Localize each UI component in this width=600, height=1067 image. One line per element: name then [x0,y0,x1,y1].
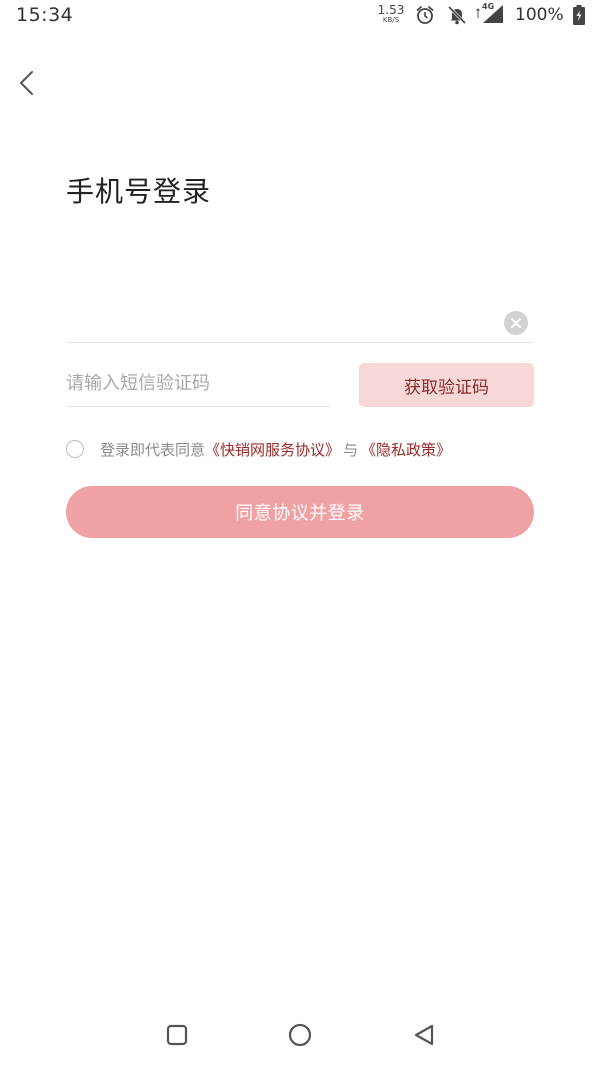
battery-level: 100% [515,5,564,25]
notifications-off-icon [446,4,468,30]
network-type: 4G [482,2,495,11]
sms-code-input[interactable] [66,364,330,402]
home-button[interactable] [283,1020,317,1050]
agreement-checkbox[interactable] [66,440,84,458]
nav-back-button[interactable] [407,1020,441,1050]
recent-apps-icon [166,1024,188,1046]
network-speed-unit: KB/S [382,16,400,24]
page-title: 手机号登录 [66,175,212,208]
back-button[interactable] [10,66,44,100]
clear-icon [511,318,521,328]
terms-link[interactable]: 《快销网服务协议》 [205,439,340,460]
back-icon [414,1024,434,1046]
phone-input[interactable] [66,300,486,340]
get-code-button[interactable]: 获取验证码 [359,363,534,407]
sms-code-field [66,364,330,407]
network-speed: 1.53 KB/S [376,4,406,24]
privacy-link[interactable]: 《隐私政策》 [361,439,451,460]
network-speed-value: 1.53 [377,3,405,17]
agreement-row: 登录即代表同意 《快销网服务协议》 与 《隐私政策》 [66,436,451,462]
signal-icon: 4G [474,2,504,29]
agreement-prefix: 登录即代表同意 [100,440,206,459]
battery-charging-icon [573,5,585,29]
agree-login-button[interactable]: 同意协议并登录 [66,486,534,538]
home-icon [288,1023,312,1047]
clear-phone-button[interactable] [504,311,528,335]
status-time: 15:34 [16,4,74,26]
back-arrow-icon [20,71,33,95]
status-bar: 15:34 1.53 KB/S 4G 100% [0,0,600,30]
alarm-icon [414,4,436,30]
recent-apps-button[interactable] [160,1020,194,1050]
agreement-conjunction: 与 [343,440,359,459]
phone-field [66,300,534,343]
